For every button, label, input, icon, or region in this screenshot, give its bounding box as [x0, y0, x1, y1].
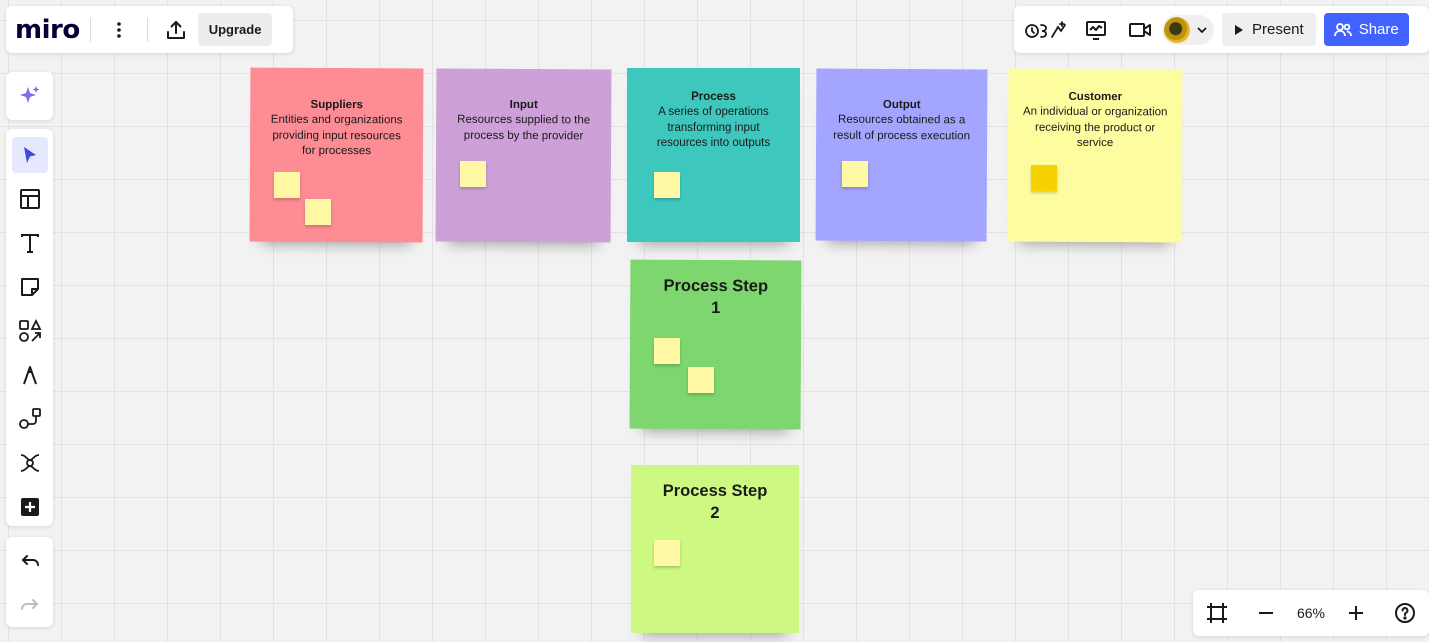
share-button[interactable]: Share	[1323, 13, 1409, 46]
ai-sparkle-icon[interactable]	[12, 78, 48, 114]
chevron-down-icon	[1197, 26, 1207, 33]
mini-sticky[interactable]	[305, 199, 331, 225]
sticky-title: Process Step 2	[662, 482, 768, 522]
sticky-title: Process	[691, 91, 736, 103]
sticky-title: Output	[882, 98, 921, 112]
present-button[interactable]: Present	[1222, 13, 1316, 46]
fit-to-screen-icon[interactable]	[1199, 595, 1235, 631]
sticky-title: Suppliers	[310, 98, 363, 112]
zoom-in-icon[interactable]	[1338, 595, 1374, 631]
connector-icon[interactable]	[12, 401, 48, 437]
sticky-description: A series of operations transforming inpu…	[656, 106, 771, 149]
templates-icon[interactable]	[12, 181, 48, 217]
sticky-process[interactable]: Process A series of operations transform…	[627, 68, 800, 242]
mini-sticky[interactable]	[460, 161, 486, 187]
undo-icon[interactable]	[12, 545, 48, 581]
select-tool-icon[interactable]	[11, 137, 48, 173]
mini-sticky[interactable]	[688, 367, 714, 393]
sticky-suppliers[interactable]: Suppliers Entities and organizations pro…	[249, 67, 424, 243]
zoom-bar: 66%	[1193, 590, 1429, 636]
divider	[89, 17, 91, 42]
present-label: Present	[1252, 21, 1304, 38]
top-left-bar: miro Upgrade	[6, 6, 293, 53]
user-menu[interactable]	[1162, 14, 1214, 45]
shapes-icon[interactable]	[12, 313, 48, 349]
redo-icon[interactable]	[12, 589, 48, 625]
share-label: Share	[1358, 21, 1399, 38]
sticky-input[interactable]: Input Resources supplied to the process …	[435, 68, 612, 243]
mini-sticky[interactable]	[654, 540, 680, 566]
mini-sticky[interactable]	[654, 338, 680, 364]
sticky-description: Resources supplied to the process by the…	[457, 113, 591, 142]
timer-chart-icon[interactable]	[1078, 12, 1114, 48]
sticky-description: Resources obtained as a result of proces…	[833, 113, 971, 142]
sticky-title: Input	[509, 98, 538, 112]
sticky-customer[interactable]: Customer An individual or organization r…	[1007, 68, 1183, 243]
sticky-note-icon[interactable]	[12, 269, 48, 305]
avatar[interactable]	[1164, 16, 1190, 43]
help-icon[interactable]	[1387, 595, 1423, 631]
sticky-title: Customer	[1068, 90, 1123, 104]
sticky-title: Process Step 1	[663, 276, 769, 318]
play-icon	[1235, 24, 1243, 35]
mini-sticky[interactable]	[1031, 165, 1057, 191]
top-right-bar: Present Share	[1014, 6, 1429, 53]
history-toolbar	[6, 537, 53, 627]
video-call-icon[interactable]	[1122, 12, 1158, 48]
upgrade-button[interactable]: Upgrade	[197, 13, 273, 46]
sticky-output[interactable]: Output Resources obtained as a result of…	[815, 68, 988, 242]
more-menu-icon[interactable]	[101, 12, 137, 48]
text-tool-icon[interactable]	[12, 225, 48, 261]
tools-toolbar	[6, 129, 53, 526]
mini-sticky[interactable]	[274, 172, 300, 198]
sticky-description: Entities and organizations providing inp…	[270, 113, 403, 158]
mini-sticky[interactable]	[842, 161, 868, 187]
export-icon[interactable]	[158, 12, 194, 48]
reactions-icon[interactable]	[1022, 12, 1070, 48]
zoom-level[interactable]: 66%	[1297, 605, 1325, 621]
pen-icon[interactable]	[12, 357, 48, 393]
more-tools-icon[interactable]	[12, 489, 48, 525]
zoom-out-icon[interactable]	[1248, 595, 1284, 631]
mini-sticky[interactable]	[654, 172, 680, 198]
mind-map-icon[interactable]	[12, 445, 48, 481]
miro-logo[interactable]: miro	[15, 15, 80, 45]
ai-toolbar	[6, 72, 53, 120]
users-icon	[1333, 22, 1352, 36]
divider	[146, 17, 148, 42]
sticky-description: An individual or organization receiving …	[1022, 105, 1168, 150]
